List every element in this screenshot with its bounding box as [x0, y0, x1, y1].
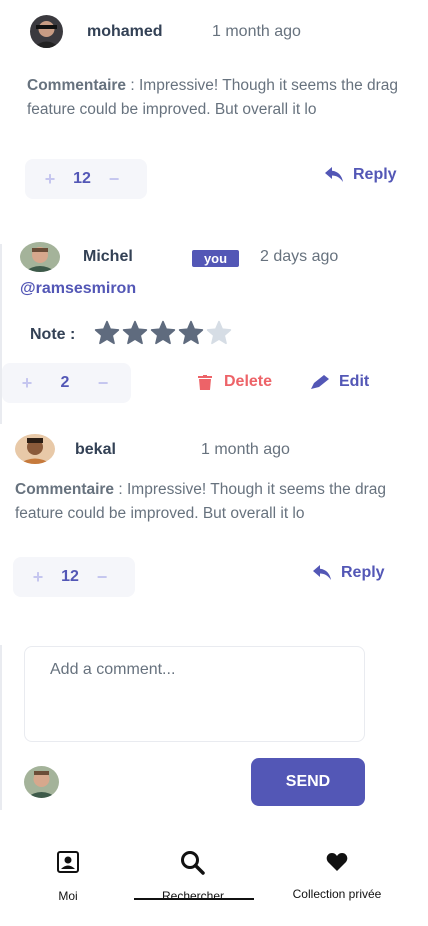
vote-count: 2 [60, 374, 70, 391]
vote-box: + 12 − [25, 159, 147, 199]
composer-line [0, 645, 2, 810]
comment-body: Commentaire : Impressive! Though it seem… [27, 74, 407, 122]
star-filled-icon[interactable] [150, 320, 176, 346]
comment-time: 1 month ago [212, 23, 301, 40]
downvote-button[interactable]: − [85, 373, 121, 394]
comment-separator: : [126, 77, 139, 94]
upvote-button[interactable]: + [32, 169, 68, 190]
vote-box: + 2 − [2, 363, 131, 403]
delete-button[interactable]: Delete [198, 373, 272, 391]
reply-label: Reply [353, 166, 397, 183]
nav-label: Rechercher [161, 889, 225, 903]
comment-input[interactable] [24, 646, 365, 742]
comment-separator: : [114, 481, 127, 498]
avatar [20, 242, 60, 272]
nav-label: Collection privée [292, 887, 382, 901]
username[interactable]: bekal [75, 441, 116, 459]
vote-count: 12 [61, 568, 79, 585]
heart-icon [326, 852, 348, 877]
vote-box: + 12 − [13, 557, 135, 597]
reply-icon [313, 565, 331, 581]
reply-icon [325, 167, 343, 183]
send-button[interactable]: SEND [251, 758, 365, 806]
nav-item-moi[interactable]: Moi [48, 850, 88, 903]
star-empty-icon[interactable] [206, 320, 232, 346]
avatar [30, 15, 63, 48]
mention-link[interactable]: @ramsesmiron [20, 280, 136, 298]
comment-body: Commentaire : Impressive! Though it seem… [15, 478, 395, 526]
search-icon [180, 850, 206, 881]
star-filled-icon[interactable] [94, 320, 120, 346]
upvote-button[interactable]: + [9, 373, 45, 394]
pencil-icon [311, 375, 329, 389]
you-badge: you [192, 250, 239, 267]
reply-button[interactable]: Reply [313, 564, 385, 582]
nav-item-collection[interactable]: Collection privée [282, 852, 392, 901]
reply-button[interactable]: Reply [325, 166, 397, 184]
upvote-button[interactable]: + [20, 567, 56, 588]
star-filled-icon[interactable] [122, 320, 148, 346]
user-icon [56, 850, 80, 879]
comment-label: Commentaire [15, 481, 115, 498]
downvote-button[interactable]: − [96, 169, 132, 190]
comment-time: 1 month ago [201, 441, 290, 458]
star-filled-icon[interactable] [178, 320, 204, 346]
edit-button[interactable]: Edit [311, 373, 369, 391]
vote-count: 12 [73, 170, 91, 187]
username[interactable]: Michel [83, 248, 133, 266]
downvote-button[interactable]: − [84, 567, 120, 588]
nav-item-rechercher[interactable]: Rechercher [150, 850, 236, 903]
rating-label: Note : [30, 326, 76, 343]
comment-label: Commentaire [27, 77, 127, 94]
current-user-avatar [24, 766, 59, 798]
active-tab-indicator [134, 898, 254, 900]
delete-label: Delete [224, 373, 273, 390]
star-rating[interactable] [94, 320, 232, 346]
comment-time: 2 days ago [260, 248, 339, 265]
trash-icon [198, 374, 212, 390]
edit-label: Edit [339, 373, 370, 390]
avatar [15, 434, 55, 464]
username[interactable]: mohamed [87, 23, 163, 41]
nav-label: Moi [58, 889, 78, 903]
reply-label: Reply [341, 564, 385, 581]
